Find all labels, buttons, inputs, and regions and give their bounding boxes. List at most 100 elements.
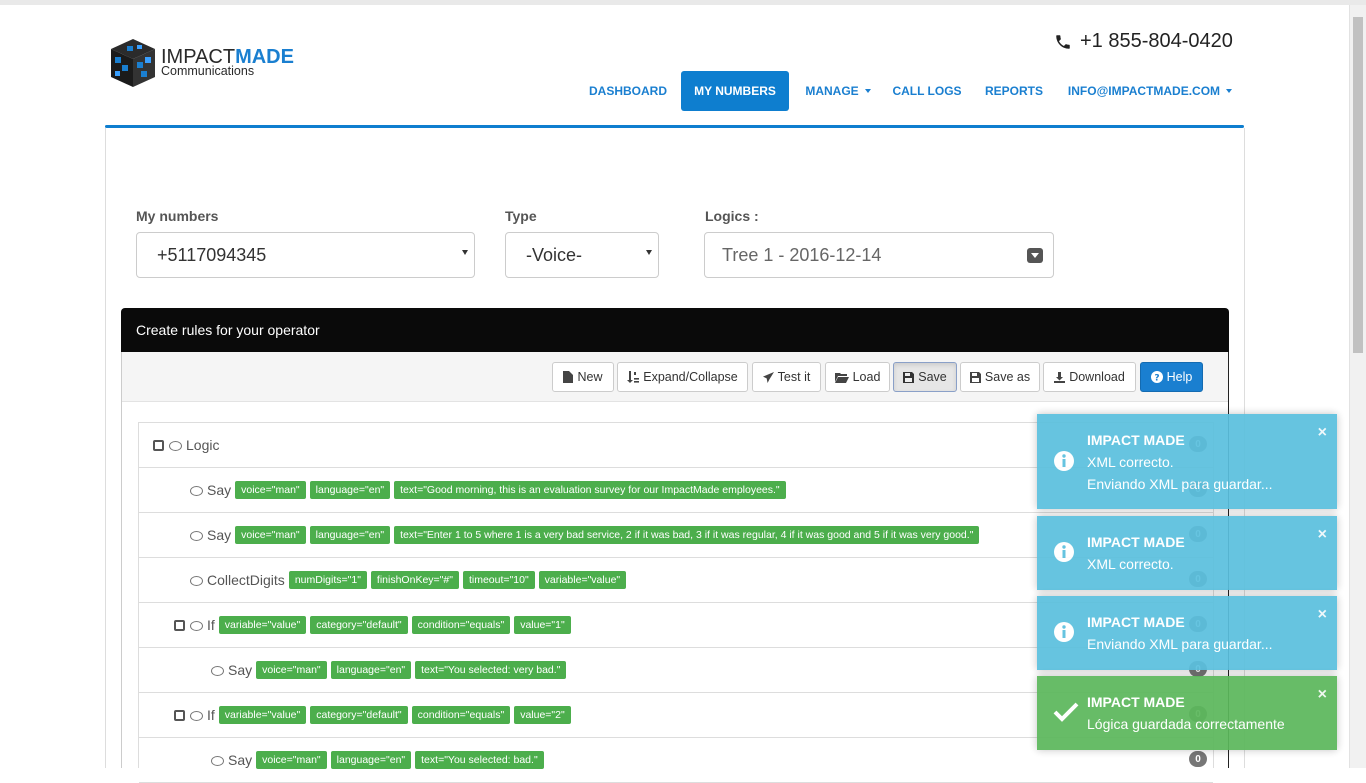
notification-toast[interactable]: IMPACT MADE XML correcto. Enviando XML p… — [1037, 414, 1337, 509]
node-attribute-tag: variable="value" — [218, 706, 307, 724]
save-label: Save — [918, 370, 947, 384]
close-icon[interactable]: × — [1318, 526, 1327, 544]
node-attribute-tag: text="You selected: bad." — [415, 751, 544, 769]
sort-icon — [627, 371, 640, 383]
brand-subtitle: Communications — [161, 64, 255, 78]
node-attribute-tag: voice="man" — [235, 481, 306, 499]
help-label: Help — [1166, 370, 1193, 384]
node-checkbox[interactable] — [153, 439, 164, 451]
node-attribute-tag: text="You selected: very bad." — [415, 661, 567, 679]
node-attribute-tag: text="Enter 1 to 5 where 1 is a very bad… — [394, 526, 980, 544]
node-attribute-tag: language="en" — [330, 661, 412, 679]
nav-dashboard[interactable]: DASHBOARD — [582, 71, 674, 111]
test-it-label: Test it — [777, 370, 811, 384]
close-icon[interactable]: × — [1318, 424, 1327, 442]
new-button-label: New — [577, 370, 603, 384]
brand-logo[interactable]: IMPACTMADE Communications — [107, 35, 337, 91]
comment-icon — [211, 666, 224, 676]
nav-manage[interactable]: MANAGE — [796, 71, 880, 111]
page-scrollbar[interactable] — [1349, 5, 1366, 768]
node-checkbox[interactable] — [174, 619, 185, 631]
node-name: Say — [207, 482, 232, 498]
node-name: If — [207, 707, 215, 723]
top-border — [0, 0, 1366, 5]
node-attribute-tag: language="en" — [309, 526, 391, 544]
nav-my-numbers[interactable]: MY NUMBERS — [681, 71, 789, 111]
dropdown-arrow-icon — [646, 250, 652, 255]
cube-logo-icon — [111, 39, 155, 87]
my-numbers-select[interactable]: +5117094345 — [136, 232, 475, 278]
node-attribute-tag: value="1" — [514, 616, 571, 634]
rules-panel-header: Create rules for your operator — [121, 308, 1229, 352]
expand-collapse-label: Expand/Collapse — [643, 370, 738, 384]
expand-collapse-button[interactable]: Expand/Collapse — [617, 362, 748, 392]
test-it-button[interactable]: Test it — [752, 362, 821, 392]
load-button[interactable]: Load — [825, 362, 890, 392]
comment-icon — [190, 486, 203, 496]
node-attribute-tag: numDigits="1" — [288, 571, 367, 589]
type-select[interactable]: -Voice- — [505, 232, 659, 278]
node-attribute-tag: voice="man" — [256, 751, 327, 769]
svg-text:?: ? — [1154, 374, 1159, 384]
file-icon — [563, 371, 574, 383]
toast-message: Enviando XML para guardar... — [1087, 476, 1273, 492]
node-attribute-tag: voice="man" — [256, 661, 327, 679]
check-icon — [1053, 702, 1079, 722]
node-badge: 0 — [1189, 751, 1207, 767]
logics-select[interactable]: Tree 1 - 2016-12-14 — [704, 232, 1054, 278]
toast-title: IMPACT MADE — [1087, 432, 1185, 448]
new-button[interactable]: New — [552, 362, 614, 392]
caret-down-icon — [1226, 89, 1233, 93]
caret-down-icon — [864, 89, 871, 93]
help-button[interactable]: ? Help — [1140, 362, 1203, 392]
node-attribute-tag: category="default" — [310, 616, 408, 634]
node-name: Say — [228, 662, 253, 678]
load-label: Load — [852, 370, 881, 384]
logics-value: Tree 1 - 2016-12-14 — [722, 244, 882, 265]
floppy-icon — [969, 371, 981, 383]
nav-manage-label: MANAGE — [805, 84, 859, 98]
notification-toast[interactable]: IMPACT MADE Lógica guardada correctament… — [1037, 676, 1337, 750]
comment-icon — [190, 621, 203, 631]
toast-message: Lógica guardada correctamente — [1087, 716, 1285, 732]
save-as-button[interactable]: Save as — [960, 362, 1040, 392]
nav-call-logs[interactable]: CALL LOGS — [886, 71, 968, 111]
toast-message: Enviando XML para guardar... — [1087, 636, 1273, 652]
logics-label: Logics : — [705, 208, 759, 224]
info-icon — [1054, 622, 1074, 642]
dropdown-toggle-icon — [1027, 248, 1043, 263]
toast-title: IMPACT MADE — [1087, 534, 1185, 550]
close-icon[interactable]: × — [1318, 686, 1327, 704]
node-attribute-tag: language="en" — [309, 481, 391, 499]
node-name: If — [207, 617, 215, 633]
node-attribute-tag: text="Good morning, this is an evaluatio… — [394, 481, 786, 499]
node-attribute-tag: value="2" — [514, 706, 571, 724]
nav-account[interactable]: INFO@IMPACTMADE.COM — [1059, 71, 1241, 111]
node-checkbox[interactable] — [174, 709, 185, 721]
download-icon — [1054, 371, 1066, 383]
dropdown-arrow-icon — [462, 250, 468, 255]
node-attribute-tag: condition="equals" — [411, 616, 511, 634]
comment-icon — [169, 441, 182, 451]
scrollbar-thumb[interactable] — [1353, 17, 1363, 353]
folder-open-icon — [834, 372, 849, 383]
toast-title: IMPACT MADE — [1087, 614, 1185, 630]
info-icon — [1054, 451, 1074, 471]
type-label: Type — [505, 208, 537, 224]
toast-message: XML correcto. — [1087, 454, 1174, 470]
rules-panel-title: Create rules for your operator — [136, 322, 320, 338]
rules-toolbar: New Expand/Collapse Test it Load Save Sa… — [122, 352, 1228, 402]
node-attribute-tag: variable="value" — [538, 571, 627, 589]
download-button[interactable]: Download — [1043, 362, 1136, 392]
notification-toast[interactable]: IMPACT MADE Enviando XML para guardar...… — [1037, 596, 1337, 670]
support-phone: +1 855-804-0420 — [1054, 30, 1233, 53]
node-attribute-tag: variable="value" — [218, 616, 307, 634]
node-name: CollectDigits — [207, 572, 285, 588]
notification-toast[interactable]: IMPACT MADE XML correcto. × — [1037, 516, 1337, 590]
node-name: Say — [228, 752, 253, 768]
node-attribute-tag: voice="man" — [235, 526, 306, 544]
save-as-label: Save as — [984, 370, 1031, 384]
close-icon[interactable]: × — [1318, 606, 1327, 624]
save-button[interactable]: Save — [893, 362, 957, 392]
nav-reports[interactable]: REPORTS — [979, 71, 1049, 111]
